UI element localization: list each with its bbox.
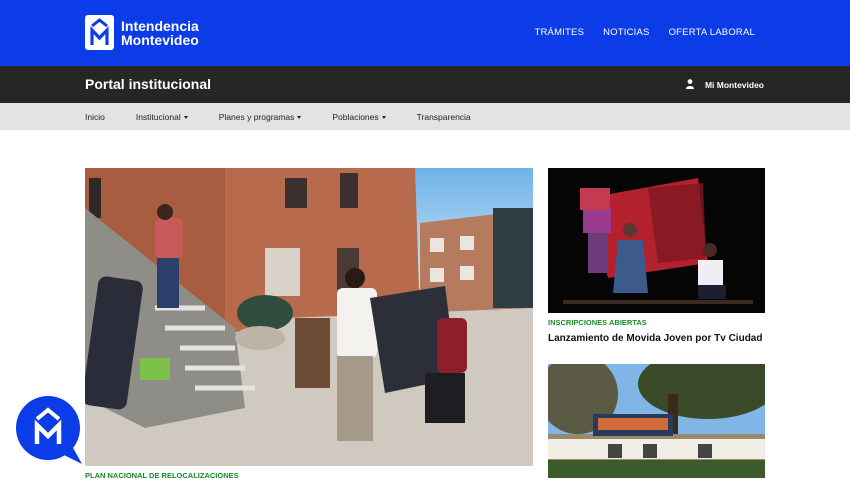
- mi-montevideo-label: Mi Montevideo: [704, 80, 764, 90]
- side-news-image-2[interactable]: [548, 364, 765, 478]
- portal-title[interactable]: Portal institucional: [85, 76, 211, 92]
- portal-bar: Portal institucional Mi Montevideo: [0, 66, 850, 103]
- caret-down-icon: [297, 115, 302, 119]
- user-icon: [685, 79, 694, 91]
- top-nav: TRÁMITES NOTICIAS OFERTA LABORAL: [534, 27, 755, 38]
- caret-down-icon: [183, 115, 188, 119]
- mi-montevideo-link[interactable]: Mi Montevideo: [685, 79, 764, 91]
- featured-news-image[interactable]: [85, 168, 533, 466]
- im-logo[interactable]: Intendencia Montevideo: [85, 15, 199, 50]
- subnav-transparencia[interactable]: Transparencia: [417, 112, 471, 122]
- featured-news-tag[interactable]: PLAN NACIONAL DE RELOCALIZACIONES: [85, 471, 239, 480]
- top-header: Intendencia Montevideo TRÁMITES NOTICIAS…: [0, 0, 850, 66]
- nav-oferta-laboral[interactable]: OFERTA LABORAL: [669, 27, 755, 38]
- side-news-title[interactable]: Lanzamiento de Movida Joven por Tv Ciuda…: [548, 333, 762, 344]
- secondary-nav: Inicio Institucional Planes y programas …: [0, 103, 850, 130]
- chat-assistant-button[interactable]: [12, 392, 84, 464]
- chat-assistant-icon: [13, 393, 83, 464]
- subnav-institucional[interactable]: Institucional: [136, 112, 188, 122]
- side-news-tag[interactable]: INSCRIPCIONES ABIERTAS: [548, 318, 647, 327]
- brand-name: Intendencia Montevideo: [121, 17, 199, 48]
- nav-noticias[interactable]: NOTICIAS: [603, 27, 649, 38]
- nav-tramites[interactable]: TRÁMITES: [534, 27, 584, 38]
- subnav-planes-programas[interactable]: Planes y programas: [219, 112, 302, 122]
- side-news-image[interactable]: [548, 168, 765, 313]
- caret-down-icon: [381, 115, 386, 119]
- im-logo-icon: [85, 15, 114, 50]
- subnav-inicio[interactable]: Inicio: [85, 112, 105, 122]
- subnav-poblaciones[interactable]: Poblaciones: [332, 112, 386, 122]
